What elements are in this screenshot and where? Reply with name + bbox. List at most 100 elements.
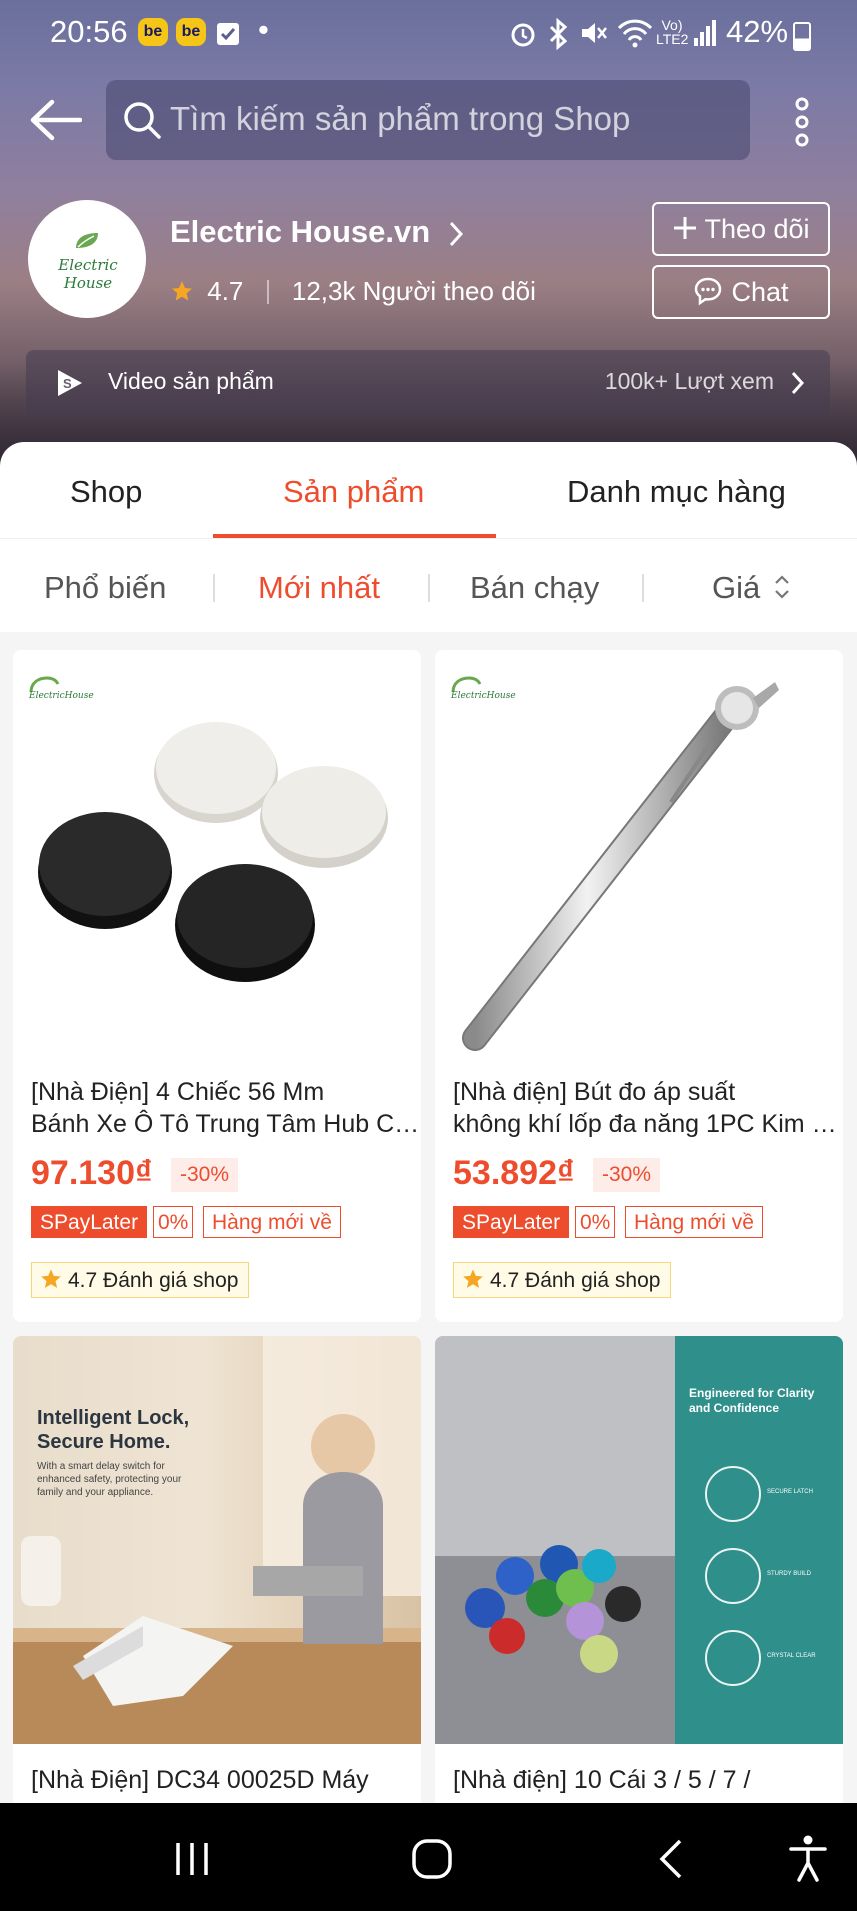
svg-text:ElectricHouse: ElectricHouse <box>28 691 94 701</box>
sort-arrows-icon <box>775 575 789 599</box>
follow-button[interactable]: Theo dõi <box>652 202 830 256</box>
product-title-line: Bánh Xe Ô Tô Trung Tâm Hub Caps <box>31 1110 421 1138</box>
chat-button[interactable]: Chat <box>652 265 830 319</box>
product-card[interactable]: ElectricHouse [Nhà điện] Bút đo áp suất … <box>435 650 843 1322</box>
sort-best-selling[interactable]: Bán chạy <box>470 570 599 606</box>
divider <box>642 574 644 602</box>
product-title-line: [Nhà Điện] 4 Chiếc 56 Mm <box>31 1078 325 1106</box>
pressure-gauge-pen-image: ElectricHouse <box>450 676 779 1051</box>
ad-headline: Intelligent Lock, Secure Home. <box>37 1406 189 1454</box>
product-title-line: [Nhà điện] Bút đo áp suất <box>453 1078 736 1106</box>
product-image: ElectricHouse <box>435 650 843 1058</box>
star-icon <box>463 1269 483 1288</box>
spaylater-badge: SPayLater <box>31 1206 148 1238</box>
shop-followers: 12,3k Người theo dõi <box>291 276 536 306</box>
tab-products[interactable]: Sản phẩm <box>283 474 424 510</box>
more-options-icon[interactable] <box>788 96 816 148</box>
product-image: Intelligent Lock, Secure Home. With a sm… <box>13 1336 421 1744</box>
product-title-line: [Nhà điện] 10 Cái 3 / 5 / 7 / <box>453 1766 751 1794</box>
ad-subtext-line: family and your appliance. <box>37 1487 154 1498</box>
product-title: [Nhà điện] Bút đo áp suất không khí lốp … <box>453 1076 843 1140</box>
shop-rating-text: 4.7 Đánh giá shop <box>68 1269 239 1292</box>
chevron-right-icon <box>449 221 463 246</box>
shop-rating-badge: 4.7 Đánh giá shop <box>31 1262 250 1298</box>
system-navigation-bar <box>0 1803 857 1911</box>
status-time: 20:56 <box>50 14 128 49</box>
product-price: 53.892₫ <box>453 1154 575 1192</box>
divider <box>0 538 857 539</box>
hub-caps-image: ElectricHouse <box>28 676 388 982</box>
product-card[interactable]: Engineered for Clarity and Confidence SE… <box>435 1336 843 1816</box>
accessibility-icon[interactable] <box>786 1833 830 1883</box>
shop-name[interactable]: Electric House.vn <box>170 214 465 250</box>
be-app-icon: be <box>176 18 206 46</box>
alarm-icon <box>511 23 535 47</box>
status-bar: 20:56 be be • Vo) LTE2 42% <box>0 0 857 66</box>
tab-shop[interactable]: Shop <box>70 474 142 510</box>
tab-categories[interactable]: Danh mục hàng <box>567 474 786 510</box>
svg-text:S: S <box>63 376 72 391</box>
checkbox-notification-icon <box>217 23 239 45</box>
ad-feature: STURDY BUILD <box>767 1571 811 1577</box>
discount-badge: -30% <box>171 1158 239 1192</box>
shop-logo[interactable]: Electric House <box>28 200 146 318</box>
ad-headline-line: Engineered for Clarity <box>689 1386 815 1400</box>
be-app-icon: be <box>138 18 168 46</box>
product-title-line: [Nhà Điện] DC34 00025D Máy <box>31 1766 369 1794</box>
video-bar-label: Video sản phẩm <box>108 368 274 394</box>
divider <box>213 574 215 602</box>
wifi-icon <box>617 19 653 48</box>
product-card[interactable]: ElectricHouse [Nhà Điện] 4 Chiếc 56 Mm B… <box>13 650 421 1322</box>
sort-newest[interactable]: Mới nhất <box>258 570 380 606</box>
divider <box>266 280 269 304</box>
ad-headline-line: Intelligent Lock, <box>37 1407 190 1429</box>
signal-icon <box>694 20 716 46</box>
shop-name-label: Electric House.vn <box>170 214 431 249</box>
divider <box>428 574 430 602</box>
ad-headline: Engineered for Clarity and Confidence <box>689 1386 839 1416</box>
shop-rating: 4.7 <box>207 276 244 306</box>
product-card[interactable]: Intelligent Lock, Secure Home. With a sm… <box>13 1336 421 1816</box>
shop-search-input[interactable]: Tìm kiếm sản phẩm trong Shop <box>106 80 750 160</box>
battery-icon <box>793 22 811 51</box>
plus-icon <box>674 217 697 239</box>
sort-price[interactable]: Giá <box>712 570 791 606</box>
ad-subtext: With a smart delay switch for enhanced s… <box>37 1460 181 1499</box>
shop-rating-badge: 4.7 Đánh giá shop <box>453 1262 672 1298</box>
ad-subtext-line: With a smart delay switch for <box>37 1461 165 1472</box>
ad-headline-line: Secure Home. <box>37 1431 171 1453</box>
ad-headline-line: and Confidence <box>689 1401 780 1415</box>
svg-text:ElectricHouse: ElectricHouse <box>450 691 516 701</box>
product-image: Engineered for Clarity and Confidence SE… <box>435 1336 843 1744</box>
shopee-video-icon: S <box>58 370 82 396</box>
sort-price-label: Giá <box>712 570 761 605</box>
sort-popular[interactable]: Phổ biến <box>44 570 166 606</box>
follow-label: Theo dõi <box>704 214 810 244</box>
new-arrival-tag: Hàng mới về <box>625 1206 763 1238</box>
network-type-label: Vo) LTE2 <box>656 17 689 47</box>
star-icon <box>41 1269 61 1288</box>
ad-feature: SECURE LATCH <box>767 1489 813 1495</box>
product-title-line: không khí lốp đa năng 1PC Kim Loại <box>453 1110 843 1138</box>
search-placeholder: Tìm kiếm sản phẩm trong Shop <box>170 100 631 137</box>
bluetooth-icon <box>549 18 568 50</box>
product-image: ElectricHouse <box>13 650 421 1058</box>
status-dot: • <box>258 12 269 47</box>
door-lock-ad-image <box>13 1336 421 1744</box>
video-products-bar[interactable]: S Video sản phẩm 100k+ Lượt xem <box>26 350 830 416</box>
mute-icon <box>582 23 607 43</box>
shop-stats: 4.7 12,3k Người theo dõi <box>170 276 536 307</box>
shop-logo-text: Electric House <box>58 256 118 292</box>
spaylater-rate: 0% <box>575 1206 616 1238</box>
new-arrival-tag: Hàng mới về <box>203 1206 341 1238</box>
battery-percent: 42% <box>726 14 789 49</box>
star-icon <box>172 281 192 301</box>
back-arrow-icon[interactable] <box>28 98 82 142</box>
back-nav-icon[interactable] <box>656 1837 686 1881</box>
spaylater-rate: 0% <box>153 1206 194 1238</box>
recent-apps-icon[interactable] <box>172 1839 212 1879</box>
ad-feature: CRYSTAL CLEAR <box>767 1653 816 1659</box>
leaf-logo-icon <box>76 233 98 248</box>
chevron-right-icon <box>791 371 805 395</box>
home-icon[interactable] <box>410 1837 454 1881</box>
